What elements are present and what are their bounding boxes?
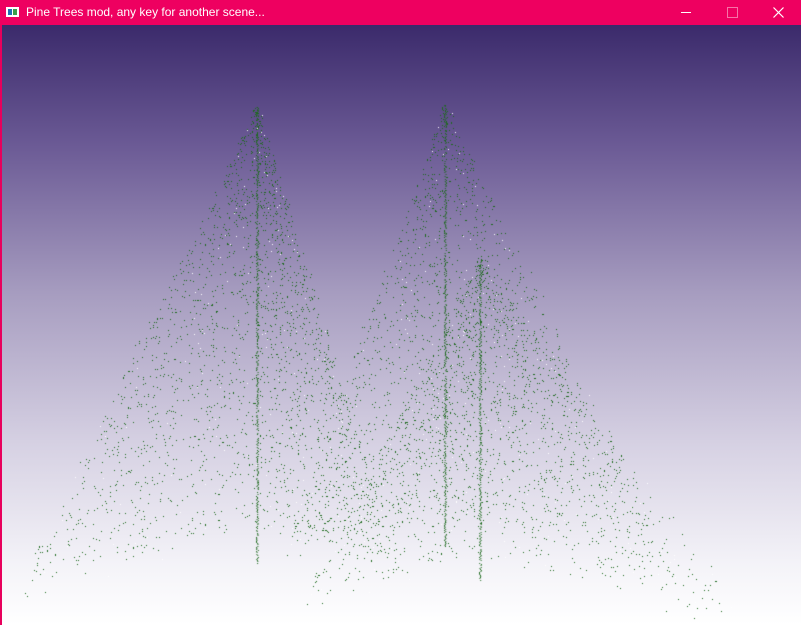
window-title: Pine Trees mod, any key for another scen… <box>26 5 265 19</box>
render-viewport[interactable] <box>2 25 801 625</box>
maximize-icon <box>727 7 738 18</box>
close-icon <box>773 7 784 18</box>
app-window: Pine Trees mod, any key for another scen… <box>0 0 801 625</box>
minimize-button[interactable] <box>663 0 709 25</box>
title-bar[interactable]: Pine Trees mod, any key for another scen… <box>0 0 801 25</box>
maximize-button <box>709 0 755 25</box>
close-button[interactable] <box>755 0 801 25</box>
pine-trees-canvas[interactable] <box>2 25 801 625</box>
app-window-icon <box>6 7 19 17</box>
minimize-icon <box>681 12 691 13</box>
